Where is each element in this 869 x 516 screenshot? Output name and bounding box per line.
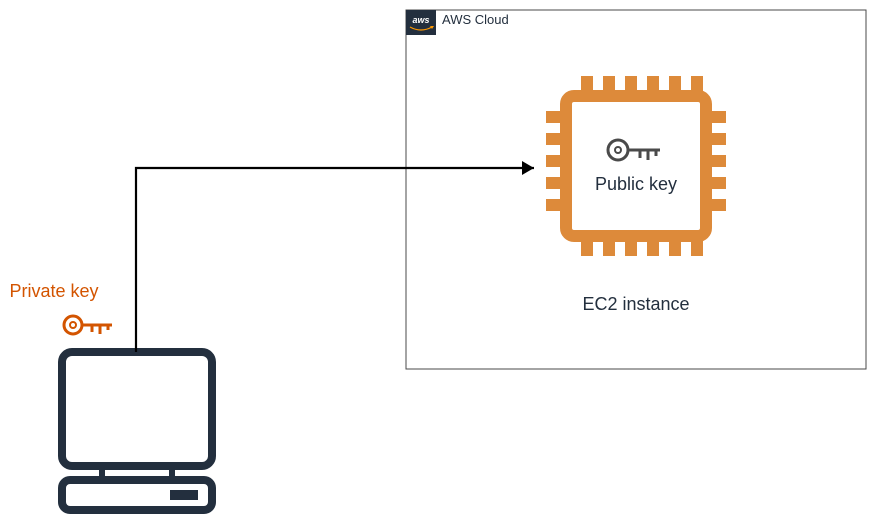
public-key-label: Public key [595,174,677,194]
client-computer-icon [62,352,212,510]
diagram-canvas: aws AWS Cloud [0,0,869,516]
svg-text:aws: aws [412,15,429,25]
aws-logo-icon: aws [406,10,436,35]
ec2-instance-caption: EC2 instance [582,294,689,314]
private-key-label: Private key [9,281,98,301]
ec2-instance: Public key [546,76,726,256]
connection-arrow [136,161,534,352]
key-icon [64,316,112,334]
diagram-svg: aws AWS Cloud [0,0,869,516]
aws-cloud-label: AWS Cloud [442,12,509,27]
